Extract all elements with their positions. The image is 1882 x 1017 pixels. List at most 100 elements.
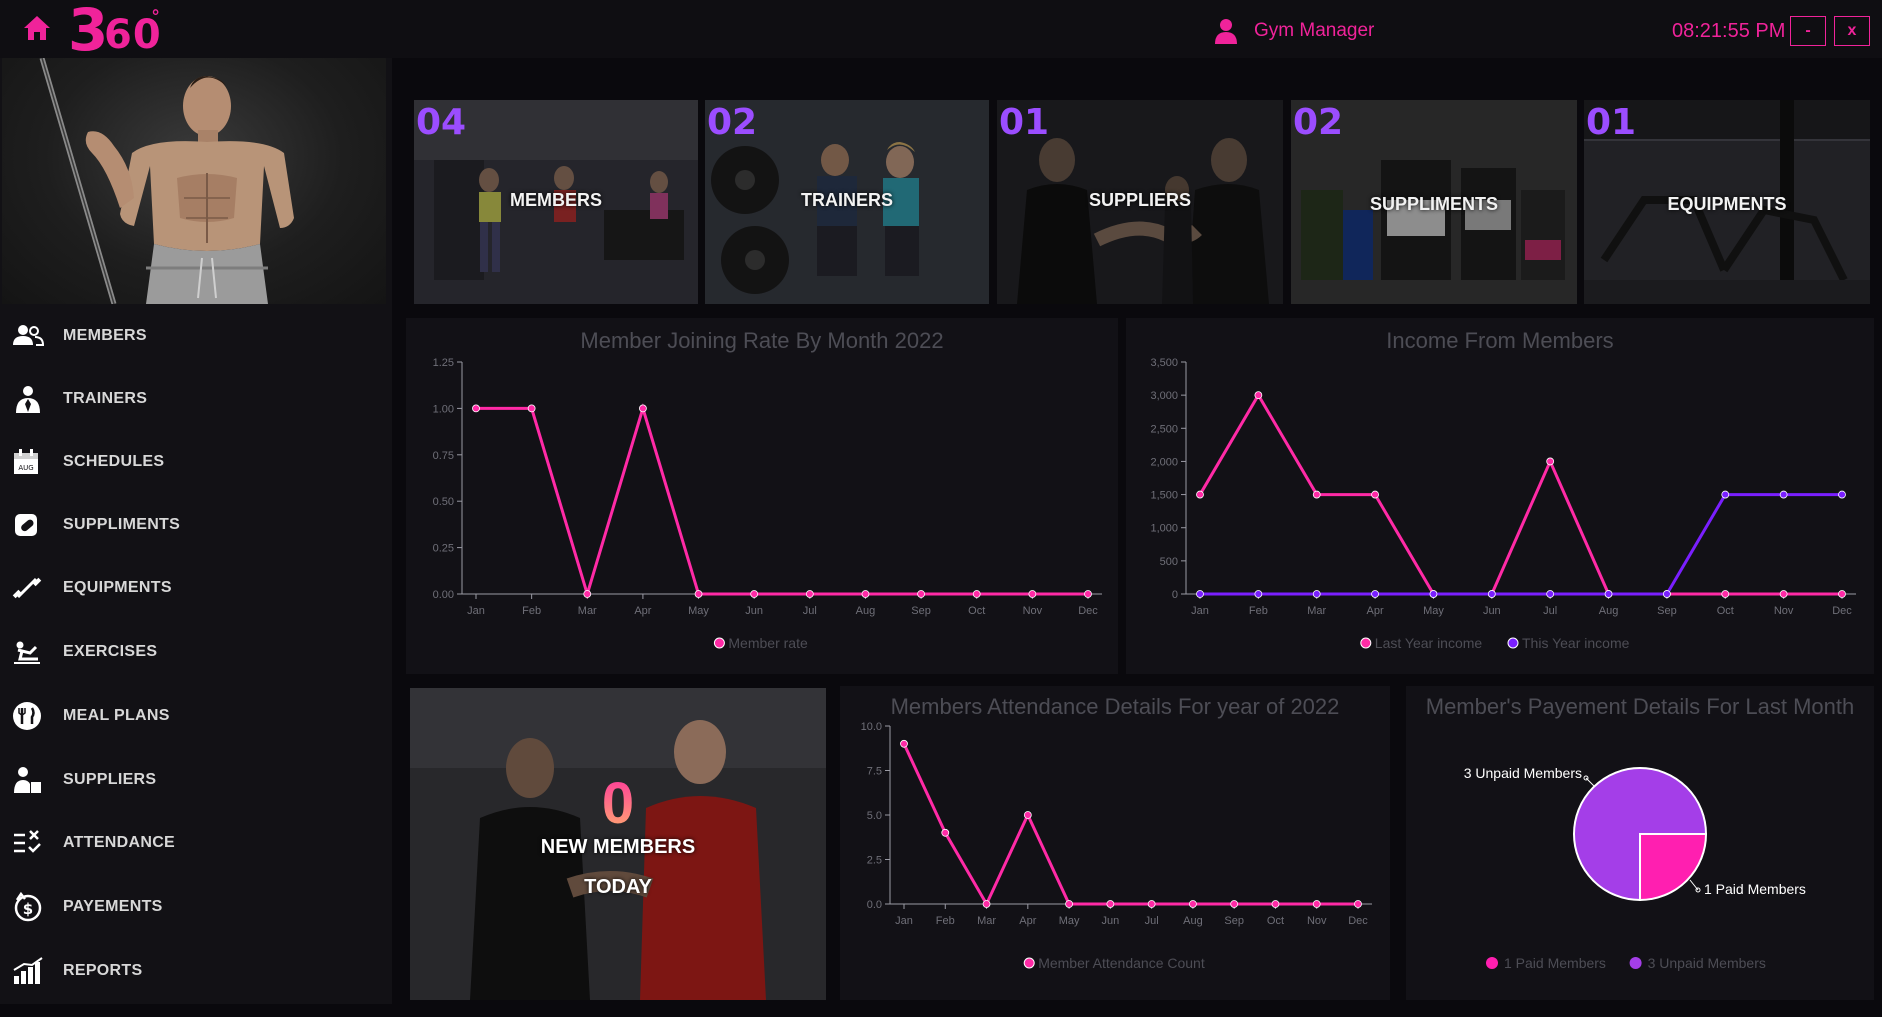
- user-icon: [1215, 19, 1237, 44]
- data-point: [1371, 590, 1379, 598]
- sidebar-item-meal-plans[interactable]: MEAL PLANS: [0, 690, 392, 742]
- user-info: Gym Manager: [1214, 16, 1374, 46]
- x-tick-label: Jan: [1191, 605, 1209, 617]
- data-point: [941, 828, 950, 837]
- data-point: [750, 590, 759, 598]
- tile-count: 04: [416, 102, 467, 143]
- home-icon[interactable]: [22, 14, 52, 42]
- tile-label: MEMBERS: [509, 190, 602, 210]
- data-point: [1196, 490, 1204, 499]
- x-tick-label: Sep: [911, 605, 931, 617]
- data-point: [1429, 590, 1438, 598]
- dashboard-main: 04 MEMBERS 02 TRAINERS 01 SUPPLIERS 02 S…: [392, 58, 1878, 1004]
- legend-label: Member Attendance Count: [1038, 955, 1205, 971]
- data-point: [1230, 900, 1239, 908]
- legend-marker: [1023, 957, 1035, 969]
- sidebar-item-label: ATTENDANCE: [63, 834, 176, 851]
- x-tick-label: Mar: [578, 605, 597, 617]
- sidebar-item-schedules[interactable]: AUG SCHEDULES: [0, 436, 392, 488]
- payment-icon: $: [14, 891, 42, 922]
- payment-pie-chart: 1 Paid Members 3 Unpaid Members 1 Paid Mem…: [1464, 765, 1806, 971]
- new-members-sublabel: TODAY: [584, 876, 652, 898]
- data-point: [1663, 590, 1671, 598]
- x-tick-label: Sep: [1224, 915, 1244, 927]
- x-tick-label: May: [1059, 915, 1080, 927]
- data-point: [1604, 590, 1613, 598]
- sidebar-item-label: SUPPLIMENTS: [63, 516, 181, 533]
- x-tick-label: Oct: [1717, 605, 1734, 617]
- x-tick-label: Feb: [522, 605, 541, 617]
- sidebar-item-payements[interactable]: $ PAYEMENTS: [0, 881, 392, 933]
- sidebar-item-label: SUPPLIERS: [63, 771, 157, 788]
- tile-suppliers[interactable]: 01 SUPPLIERS: [997, 100, 1283, 304]
- x-tick-label: Jan: [895, 915, 913, 927]
- tile-trainers[interactable]: 02 TRAINERS: [705, 100, 989, 304]
- tile-equipments[interactable]: 01 EQUIPMENTS: [1584, 100, 1870, 304]
- tile-suppliments[interactable]: 02 SUPPLIMENTS: [1291, 100, 1577, 304]
- data-point: [1065, 900, 1073, 908]
- x-tick-label: Apr: [1367, 605, 1384, 617]
- x-tick-label: Jul: [1145, 915, 1159, 927]
- x-tick-label: Jul: [803, 605, 817, 617]
- tile-label: SUPPLIERS: [1088, 190, 1192, 210]
- svg-text:AUG: AUG: [18, 464, 33, 472]
- x-tick-label: Oct: [1267, 915, 1284, 927]
- y-tick-label: 1.00: [433, 403, 454, 415]
- data-point: [972, 590, 981, 598]
- sidebar-item-label: EXERCISES: [63, 643, 158, 660]
- y-tick-label: 10.0: [861, 721, 882, 733]
- dumbbell-icon: [12, 577, 42, 599]
- sidebar-item-equipments[interactable]: EQUIPMENTS: [0, 562, 392, 614]
- sidebar-item-exercises[interactable]: EXERCISES: [0, 626, 392, 678]
- y-tick-label: 1,000: [1150, 523, 1178, 535]
- data-point: [1546, 457, 1555, 466]
- data-point: [1721, 590, 1730, 598]
- sidebar-item-suppliments[interactable]: SUPPLIMENTS: [0, 499, 392, 551]
- data-point: [900, 739, 908, 748]
- x-tick-label: Aug: [856, 605, 876, 617]
- series-line: [902, 743, 1358, 908]
- y-tick-label: 500: [1160, 556, 1178, 568]
- hero-image: [2, 58, 386, 304]
- panel-payment: Member's Payement Details For Last Month…: [1406, 686, 1874, 1000]
- member-joining-chart: 0.00 0.25 0.50 0.75 1.00 1.25 Jan Feb Mar Apr May J…: [433, 357, 1102, 651]
- data-point: [527, 404, 536, 413]
- sidebar-item-members[interactable]: MEMBERS: [0, 310, 392, 362]
- data-point: [1254, 391, 1263, 400]
- data-point: [1546, 590, 1555, 598]
- x-tick-label: Dec: [1832, 605, 1852, 617]
- tile-count: 02: [1293, 102, 1344, 143]
- data-point: [861, 590, 870, 598]
- y-tick-label: 0.00: [433, 589, 454, 601]
- data-point: [1106, 900, 1115, 908]
- title-bar: 3 60 ° Gym Manager 08:21:55 PM - x: [0, 0, 1882, 64]
- new-members-label: NEW MEMBERS: [540, 836, 696, 858]
- logo-degree: °: [152, 6, 160, 26]
- y-tick-label: 1,500: [1150, 490, 1178, 502]
- panel-attendance: Members Attendance Details For year of 2…: [840, 686, 1390, 1000]
- x-tick-label: Dec: [1078, 605, 1098, 617]
- pill-icon: [15, 514, 37, 536]
- x-tick-label: Jan: [467, 605, 485, 617]
- close-button[interactable]: x: [1834, 16, 1870, 46]
- data-point: [1371, 490, 1379, 499]
- sidebar-item-attendance[interactable]: ATTENDANCE: [0, 817, 392, 869]
- app-logo: 3 60 °: [68, 0, 172, 64]
- sidebar: MEMBERS TRAINERS AUG SCHEDULES SUPPLIMEN…: [0, 58, 392, 1004]
- sidebar-item-suppliers[interactable]: SUPPLIERS: [0, 754, 392, 806]
- user-name: Gym Manager: [1254, 20, 1375, 41]
- sidebar-item-label: PAYEMENTS: [63, 898, 163, 915]
- calendar-icon: AUG: [14, 449, 38, 474]
- x-tick-label: Mar: [1307, 605, 1326, 617]
- svg-text:$: $: [23, 900, 33, 918]
- sidebar-item-trainers[interactable]: TRAINERS: [0, 373, 392, 425]
- minimize-button[interactable]: -: [1790, 16, 1826, 46]
- attendance-icon: [14, 830, 41, 853]
- data-point: [1838, 490, 1846, 499]
- data-point: [1271, 900, 1280, 908]
- legend-label: 3 Unpaid Members: [1648, 955, 1766, 971]
- sidebar-item-reports[interactable]: REPORTS: [0, 945, 392, 997]
- tile-members[interactable]: 04 MEMBERS: [414, 100, 698, 304]
- y-tick-label: 0.25: [433, 543, 454, 555]
- pie-slice-label: 1 Paid Members: [1704, 881, 1806, 897]
